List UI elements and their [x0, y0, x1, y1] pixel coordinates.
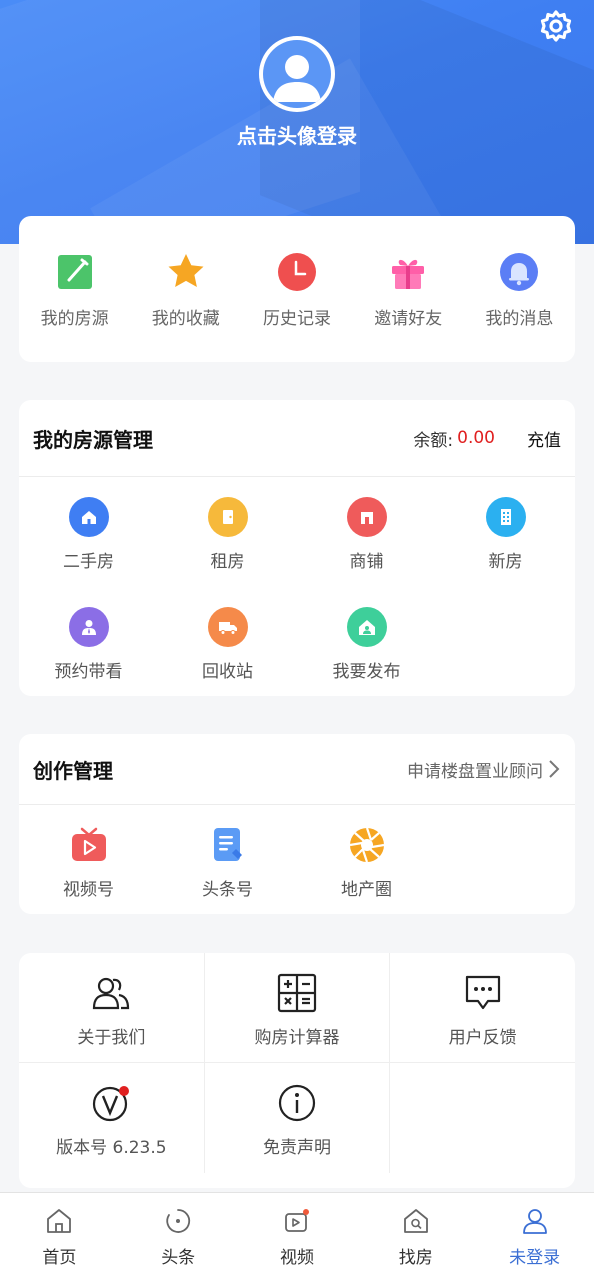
creation-item-label: 视频号 [63, 880, 114, 900]
tool-about-us[interactable]: 关于我们 [19, 953, 205, 1062]
property-item-second-hand[interactable]: 二手房 [19, 477, 158, 587]
quick-actions-card: 我的房源 我的收藏 历史记录 邀请好友 我的消息 [19, 216, 575, 362]
balance-label: 余额: [413, 430, 454, 451]
tab-profile[interactable]: 未登录 [475, 1193, 594, 1280]
property-item-label: 租房 [210, 552, 245, 572]
tools-row: 关于我们 购房计算器 用户反馈 [19, 953, 575, 1063]
property-item-rent[interactable]: 租房 [158, 477, 297, 587]
version-icon [93, 1086, 130, 1122]
truck-icon [207, 607, 248, 647]
property-item-label: 新房 [488, 552, 523, 572]
property-item-label: 我要发布 [332, 662, 401, 682]
quick-item-label: 邀请好友 [374, 309, 443, 329]
gear-icon[interactable] [538, 8, 574, 44]
property-item-shop[interactable]: 商铺 [297, 477, 436, 587]
tab-headlines[interactable]: 头条 [119, 1193, 238, 1280]
login-prompt[interactable]: 点击头像登录 [0, 120, 594, 149]
tab-label: 未登录 [509, 1248, 561, 1268]
avatar[interactable] [259, 36, 335, 112]
aperture-icon [349, 827, 384, 863]
property-item-label: 回收站 [202, 662, 253, 682]
headline-icon [166, 1209, 191, 1233]
property-management-header: 我的房源管理 余额: 0.00 充值 [19, 400, 575, 477]
tab-label: 视频 [279, 1248, 314, 1268]
property-item-recycle-bin[interactable]: 回收站 [158, 587, 297, 697]
creation-management-card: 创作管理 申请楼盘置业顾问 视频号 头条号 地产圈 [19, 734, 575, 914]
bottom-tab-bar: 首页 头条 视频 找房 未登录 [0, 1192, 594, 1280]
quick-item-favorites[interactable]: 我的收藏 [130, 216, 241, 362]
star-icon [168, 254, 204, 287]
apply-consultant-link[interactable]: 申请楼盘置业顾问 [407, 757, 543, 782]
property-item-appointment[interactable]: 预约带看 [19, 587, 158, 697]
tv-icon [71, 827, 106, 861]
recharge-button[interactable]: 充值 [527, 426, 561, 451]
property-grid: 二手房 租房 商铺 新房 预约带看 回收站 我要发布 [19, 477, 575, 697]
find-house-icon [403, 1209, 428, 1233]
tab-find-house[interactable]: 找房 [356, 1193, 475, 1280]
tool-label: 用户反馈 [448, 1028, 517, 1048]
balance-value: 0.00 [457, 428, 495, 448]
tool-version[interactable]: 版本号 6.23.5 [19, 1063, 205, 1173]
tool-label: 版本号 6.23.5 [56, 1138, 167, 1158]
tool-feedback[interactable]: 用户反馈 [390, 953, 575, 1062]
property-item-publish[interactable]: 我要发布 [297, 587, 436, 697]
tab-label: 首页 [42, 1248, 77, 1268]
gift-icon [392, 259, 425, 289]
publish-icon [346, 607, 387, 647]
edit-icon [57, 255, 92, 289]
property-item-label: 预约带看 [54, 662, 123, 682]
info-icon [278, 1084, 316, 1122]
property-item-label: 商铺 [349, 552, 384, 572]
bell-icon [500, 253, 539, 291]
section-title: 我的房源管理 [33, 427, 153, 452]
creation-management-header: 创作管理 申请楼盘置业顾问 [19, 734, 575, 805]
quick-item-label: 我的消息 [485, 309, 554, 329]
creation-item-label: 地产圈 [341, 880, 392, 900]
creation-item-video[interactable]: 视频号 [19, 805, 158, 915]
tool-calculator[interactable]: 购房计算器 [205, 953, 391, 1062]
home-icon [47, 1209, 72, 1233]
tools-card: 关于我们 购房计算器 用户反馈 版本号 6.23.5 免责声明 [19, 953, 575, 1188]
calculator-icon [277, 973, 317, 1013]
quick-item-messages[interactable]: 我的消息 [464, 216, 575, 362]
property-item-new-house[interactable]: 新房 [436, 477, 575, 587]
house-icon [68, 497, 109, 537]
users-icon [93, 977, 130, 1010]
tool-label: 免责声明 [263, 1138, 331, 1158]
property-management-card: 我的房源管理 余额: 0.00 充值 二手房 租房 商铺 新房 预约带看 回收站… [19, 400, 575, 696]
quick-item-label: 历史记录 [263, 309, 331, 329]
door-icon [207, 497, 248, 537]
quick-item-label: 我的收藏 [151, 309, 220, 329]
clock-icon [278, 253, 316, 291]
tool-disclaimer[interactable]: 免责声明 [205, 1063, 391, 1173]
section-title: 创作管理 [33, 758, 113, 783]
quick-item-label: 我的房源 [40, 309, 109, 329]
agent-icon [68, 607, 109, 647]
quick-item-invite[interactable]: 邀请好友 [353, 216, 464, 362]
default-avatar-icon [273, 55, 321, 102]
creation-item-real-estate-circle[interactable]: 地产圈 [297, 805, 436, 915]
tool-label: 关于我们 [77, 1028, 146, 1048]
tab-label: 头条 [161, 1248, 196, 1268]
tab-home[interactable]: 首页 [0, 1193, 119, 1280]
document-icon [213, 828, 242, 861]
tool-empty-cell [390, 1063, 575, 1173]
chevron-right-icon[interactable] [547, 759, 561, 779]
shop-icon [346, 497, 387, 537]
creation-grid: 视频号 头条号 地产圈 [19, 805, 575, 915]
user-icon [522, 1209, 547, 1234]
tab-label: 找房 [398, 1248, 433, 1268]
tool-label: 购房计算器 [254, 1028, 340, 1048]
quick-item-my-listings[interactable]: 我的房源 [19, 216, 130, 362]
video-icon [285, 1209, 309, 1232]
tools-row: 版本号 6.23.5 免责声明 [19, 1063, 575, 1173]
chat-icon [465, 975, 500, 1010]
creation-item-headline[interactable]: 头条号 [158, 805, 297, 915]
tab-video[interactable]: 视频 [238, 1193, 357, 1280]
building-icon [485, 497, 526, 537]
creation-item-label: 头条号 [202, 880, 253, 900]
profile-header: 点击头像登录 [0, 0, 594, 244]
quick-item-history[interactable]: 历史记录 [241, 216, 352, 362]
property-item-label: 二手房 [63, 552, 114, 572]
